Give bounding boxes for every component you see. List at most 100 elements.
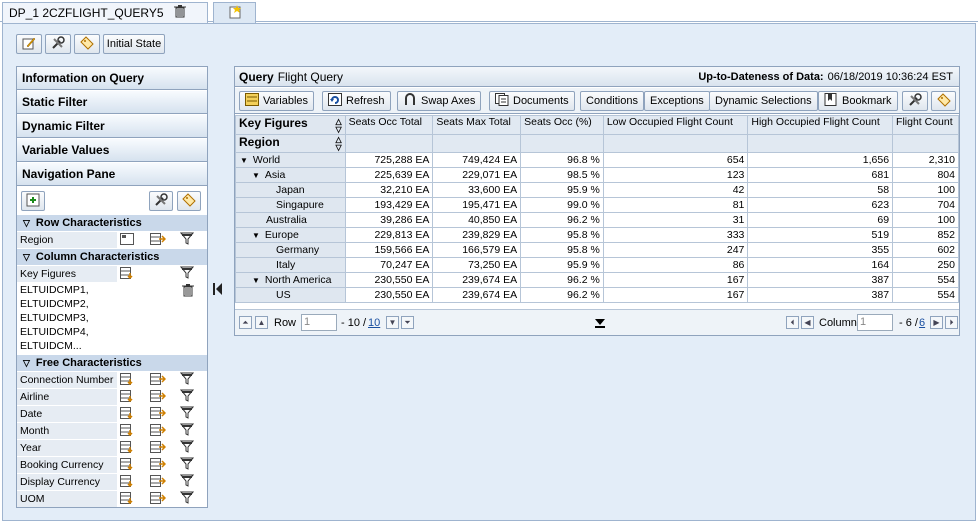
row-char-region[interactable]: Region (17, 231, 207, 248)
free-char-row[interactable]: Month (17, 422, 207, 439)
exceptions-button[interactable]: Exceptions (644, 91, 710, 111)
tab-new[interactable] (213, 2, 256, 23)
free-char-row[interactable]: Booking Currency (17, 456, 207, 473)
nav-tag-button[interactable] (177, 191, 201, 211)
trash-icon[interactable] (182, 284, 196, 297)
expand-node-icon[interactable]: ▼ (252, 231, 260, 240)
free-char-row[interactable]: Connection Number (17, 371, 207, 388)
tab-dp1[interactable]: DP_1 2CZFLIGHT_QUERY5 (2, 2, 208, 23)
insert-icon[interactable] (120, 458, 134, 471)
tag-button[interactable] (74, 34, 100, 54)
free-char-row[interactable]: Year (17, 439, 207, 456)
initial-state-button[interactable]: Initial State (103, 34, 165, 54)
accordion-info-on-query[interactable]: Information on Query (17, 67, 207, 90)
next-row-icon[interactable]: ▼ (386, 316, 399, 329)
variables-button[interactable]: Variables (239, 91, 315, 111)
column-header[interactable]: Seats Occ Total (344, 115, 434, 135)
move-icon[interactable] (150, 407, 167, 419)
expand-node-icon[interactable]: ▼ (252, 171, 260, 180)
first-row-icon[interactable]: ⏶ (239, 316, 252, 329)
column-header[interactable]: Seats Occ (%) (520, 115, 604, 135)
expand-down-icon[interactable] (594, 318, 606, 331)
insert-icon[interactable] (120, 441, 134, 454)
column-input[interactable]: 1 (857, 314, 893, 331)
sort-icon[interactable]: △ ▽ (335, 136, 341, 152)
row-header-cell[interactable]: ▼ Europe (235, 227, 346, 243)
trash-icon[interactable] (173, 5, 186, 21)
free-char-row[interactable]: UOM (17, 490, 207, 507)
insert-icon[interactable] (120, 475, 134, 488)
row-header-cell[interactable]: Germany (235, 242, 346, 258)
column-header[interactable]: Flight Count (892, 115, 959, 135)
filter-icon[interactable] (179, 440, 195, 453)
insert-icon[interactable] (120, 424, 134, 437)
row-characteristics-header[interactable]: ▽ Row Characteristics (17, 215, 207, 231)
query-tag-button[interactable] (931, 91, 956, 111)
row-header-cell[interactable]: Australia (235, 212, 346, 228)
insert-icon[interactable] (120, 407, 134, 420)
insert-icon[interactable] (120, 267, 134, 280)
column-header[interactable]: Seats Max Total (432, 115, 522, 135)
refresh-button[interactable]: Refresh (322, 91, 391, 111)
move-icon[interactable] (150, 492, 167, 504)
nav-settings-button[interactable] (149, 191, 173, 211)
filter-icon[interactable] (179, 491, 195, 504)
region-header[interactable]: Region △ ▽ (235, 134, 346, 153)
conditions-button[interactable]: Conditions (580, 91, 644, 111)
row-header-cell[interactable]: ▼ World (235, 152, 346, 168)
collapse-panel-icon[interactable] (213, 283, 223, 298)
insert-icon[interactable] (120, 390, 134, 403)
row-total-link[interactable]: 10 (368, 317, 380, 329)
accordion-static-filter[interactable]: Static Filter (17, 91, 207, 114)
swap-axes-button[interactable]: Swap Axes (397, 91, 482, 111)
accordion-dynamic-filter[interactable]: Dynamic Filter (17, 115, 207, 138)
row-header-cell[interactable]: US (235, 287, 346, 303)
column-characteristics-header[interactable]: ▽ Column Characteristics (17, 249, 207, 265)
row-input[interactable]: 1 (301, 314, 337, 331)
last-col-icon[interactable]: ⏵ (945, 316, 958, 329)
documents-button[interactable]: Documents (489, 91, 575, 111)
row-header-cell[interactable]: Singapure (235, 197, 346, 213)
filter-icon[interactable] (179, 423, 195, 436)
expand-node-icon[interactable]: ▼ (252, 276, 260, 285)
accordion-navigation-pane[interactable]: Navigation Pane (17, 163, 207, 186)
move-icon[interactable] (150, 233, 167, 245)
filter-icon[interactable] (179, 406, 195, 419)
accordion-variable-values[interactable]: Variable Values (17, 139, 207, 162)
bookmark-button[interactable]: Bookmark (818, 91, 898, 111)
row-header-cell[interactable]: Japan (235, 182, 346, 198)
key-figures-header[interactable]: Key Figures △ ▽ (235, 115, 346, 135)
column-total-link[interactable]: 6 (919, 317, 925, 329)
filter-icon[interactable] (179, 457, 195, 470)
add-button[interactable] (21, 191, 45, 211)
move-icon[interactable] (150, 373, 167, 385)
move-icon[interactable] (150, 475, 167, 487)
last-row-icon[interactable]: ⏷ (401, 316, 414, 329)
filter-icon[interactable] (179, 372, 195, 385)
row-header-cell[interactable]: ▼ North America (235, 272, 346, 288)
edit-button[interactable] (16, 34, 42, 54)
prev-row-icon[interactable]: ▲ (255, 316, 268, 329)
dynamic-selections-button[interactable]: Dynamic Selections (709, 91, 818, 111)
filter-icon[interactable] (179, 266, 195, 279)
filter-icon[interactable] (179, 389, 195, 402)
settings-button[interactable] (45, 34, 71, 54)
move-icon[interactable] (150, 458, 167, 470)
free-char-row[interactable]: Display Currency (17, 473, 207, 490)
free-characteristics-header[interactable]: ▽ Free Characteristics (17, 355, 207, 371)
move-icon[interactable] (150, 424, 167, 436)
free-char-row[interactable]: Airline (17, 388, 207, 405)
row-header-cell[interactable]: Italy (235, 257, 346, 273)
free-char-row[interactable]: Date (17, 405, 207, 422)
prev-col-icon[interactable]: ◀ (801, 316, 814, 329)
filter-icon[interactable] (179, 232, 195, 245)
col-char-key-figures[interactable]: Key Figures (17, 265, 207, 282)
column-header[interactable]: Low Occupied Flight Count (602, 115, 749, 135)
row-header-cell[interactable]: ▼ Asia (235, 167, 346, 183)
properties-icon[interactable] (120, 233, 134, 245)
next-col-icon[interactable]: ▶ (930, 316, 943, 329)
insert-icon[interactable] (120, 492, 134, 505)
insert-icon[interactable] (120, 373, 134, 386)
move-icon[interactable] (150, 441, 167, 453)
column-header[interactable]: High Occupied Flight Count (747, 115, 894, 135)
